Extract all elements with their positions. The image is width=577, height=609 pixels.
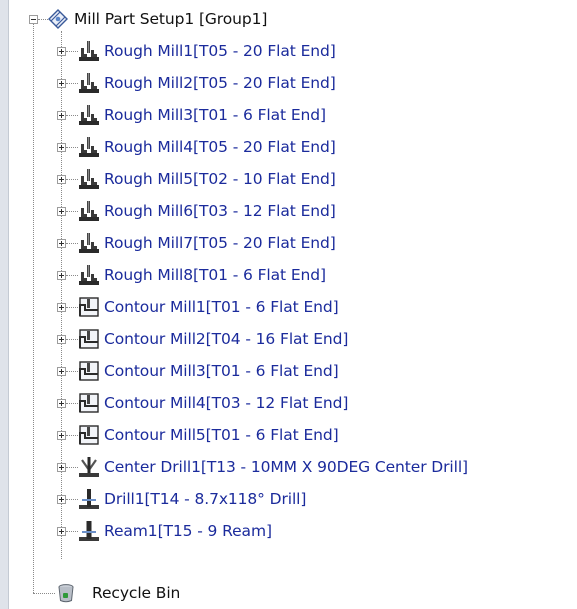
operation-label[interactable]: Contour Mill5[T01 - 6 Flat End] xyxy=(104,425,339,445)
operation-label[interactable]: Contour Mill1[T01 - 6 Flat End] xyxy=(104,297,339,317)
recycle-bin-label[interactable]: Recycle Bin xyxy=(92,583,180,603)
operation-label[interactable]: Rough Mill8[T01 - 6 Flat End] xyxy=(104,265,326,285)
tree-line-op-stub xyxy=(66,339,78,340)
tree-operation-row[interactable]: Rough Mill1[T05 - 20 Flat End] xyxy=(0,35,577,67)
mill-setup-icon xyxy=(48,9,68,29)
tree-operation-row[interactable]: Rough Mill4[T05 - 20 Flat End] xyxy=(0,131,577,163)
operation-label[interactable]: Contour Mill2[T04 - 16 Flat End] xyxy=(104,329,348,349)
operation-label[interactable]: Rough Mill3[T01 - 6 Flat End] xyxy=(104,105,326,125)
tree-operation-row[interactable]: Rough Mill2[T05 - 20 Flat End] xyxy=(0,67,577,99)
tree-line-op-stub xyxy=(66,179,78,180)
tree-line-op-stub xyxy=(66,435,78,436)
setup-label[interactable]: Mill Part Setup1 [Group1] xyxy=(74,9,267,29)
operation-label[interactable]: Rough Mill7[T05 - 20 Flat End] xyxy=(104,233,336,253)
tree-root-row[interactable]: Mill Part Setup1 [Group1] xyxy=(0,3,577,35)
operation-label[interactable]: Rough Mill2[T05 - 20 Flat End] xyxy=(104,73,336,93)
expand-toggle-icon[interactable] xyxy=(57,303,66,312)
rough-mill-icon xyxy=(79,73,99,93)
tree-operation-row[interactable]: Contour Mill5[T01 - 6 Flat End] xyxy=(0,419,577,451)
tree-operation-row[interactable]: Rough Mill7[T05 - 20 Flat End] xyxy=(0,227,577,259)
recycle-bin-icon xyxy=(58,584,74,603)
center-drill-icon xyxy=(79,457,99,477)
tree-operation-row[interactable]: Ream1[T15 - 9 Ream] xyxy=(0,515,577,547)
tree-operation-row[interactable]: Drill1[T14 - 8.7x118° Drill] xyxy=(0,483,577,515)
tree-operation-row[interactable]: Contour Mill1[T01 - 6 Flat End] xyxy=(0,291,577,323)
rough-mill-icon xyxy=(79,137,99,157)
tree-operation-row[interactable]: Rough Mill8[T01 - 6 Flat End] xyxy=(0,259,577,291)
operation-label[interactable]: Rough Mill4[T05 - 20 Flat End] xyxy=(104,137,336,157)
tree-operation-row[interactable]: Contour Mill2[T04 - 16 Flat End] xyxy=(0,323,577,355)
expand-toggle-icon[interactable] xyxy=(57,47,66,56)
operation-label[interactable]: Rough Mill6[T03 - 12 Flat End] xyxy=(104,201,336,221)
operation-label[interactable]: Contour Mill4[T03 - 12 Flat End] xyxy=(104,393,348,413)
drill-icon xyxy=(79,489,99,509)
expand-toggle-icon[interactable] xyxy=(57,527,66,536)
operation-label[interactable]: Rough Mill5[T02 - 10 Flat End] xyxy=(104,169,336,189)
rough-mill-icon xyxy=(79,105,99,125)
expand-toggle-icon[interactable] xyxy=(57,463,66,472)
tree-line-op-stub xyxy=(66,403,78,404)
tree-operation-row[interactable]: Contour Mill4[T03 - 12 Flat End] xyxy=(0,387,577,419)
rough-mill-icon xyxy=(79,169,99,189)
rough-mill-icon xyxy=(79,201,99,221)
tree-line-op-stub xyxy=(66,115,78,116)
tree-line-op-stub xyxy=(66,211,78,212)
expand-toggle-icon[interactable] xyxy=(57,239,66,248)
rough-mill-icon xyxy=(79,233,99,253)
operation-label[interactable]: Ream1[T15 - 9 Ream] xyxy=(104,521,272,541)
tree-operation-row[interactable]: Contour Mill3[T01 - 6 Flat End] xyxy=(0,355,577,387)
tree-line-op-stub xyxy=(66,499,78,500)
rough-mill-icon xyxy=(79,265,99,285)
expand-toggle-icon[interactable] xyxy=(57,207,66,216)
tree-line-op-stub xyxy=(66,307,78,308)
expand-toggle-icon[interactable] xyxy=(57,495,66,504)
tree-line-op-stub xyxy=(66,371,78,372)
contour-mill-icon xyxy=(79,361,99,381)
tree-operation-row[interactable]: Center Drill1[T13 - 10MM X 90DEG Center … xyxy=(0,451,577,483)
contour-mill-icon xyxy=(79,425,99,445)
tree-operation-row[interactable]: Rough Mill6[T03 - 12 Flat End] xyxy=(0,195,577,227)
operation-label[interactable]: Center Drill1[T13 - 10MM X 90DEG Center … xyxy=(104,457,468,477)
operations-tree[interactable]: Mill Part Setup1 [Group1] Rough Mill1[T0… xyxy=(0,0,577,609)
tree-line-op-stub xyxy=(66,243,78,244)
expand-toggle-icon[interactable] xyxy=(57,175,66,184)
contour-mill-icon xyxy=(79,297,99,317)
expand-toggle-icon[interactable] xyxy=(57,431,66,440)
expand-toggle-icon[interactable] xyxy=(57,335,66,344)
tree-line-op-stub xyxy=(66,467,78,468)
tree-line-op-stub xyxy=(66,275,78,276)
expand-toggle-icon[interactable] xyxy=(57,271,66,280)
expand-toggle-icon[interactable] xyxy=(57,111,66,120)
tree-operation-row[interactable]: Rough Mill5[T02 - 10 Flat End] xyxy=(0,163,577,195)
tree-line-op-stub xyxy=(66,51,78,52)
expand-toggle-icon[interactable] xyxy=(57,79,66,88)
expand-toggle-icon[interactable] xyxy=(57,399,66,408)
tree-line-op-stub xyxy=(66,83,78,84)
expand-toggle-icon[interactable] xyxy=(57,367,66,376)
contour-mill-icon xyxy=(79,393,99,413)
ream-icon xyxy=(79,521,99,541)
tree-operation-row[interactable]: Rough Mill3[T01 - 6 Flat End] xyxy=(0,99,577,131)
collapse-toggle-icon[interactable] xyxy=(29,15,38,24)
tree-line-op-stub xyxy=(66,147,78,148)
operation-label[interactable]: Rough Mill1[T05 - 20 Flat End] xyxy=(104,41,336,61)
operation-label[interactable]: Drill1[T14 - 8.7x118° Drill] xyxy=(104,489,306,509)
operation-label[interactable]: Contour Mill3[T01 - 6 Flat End] xyxy=(104,361,339,381)
rough-mill-icon xyxy=(79,41,99,61)
contour-mill-icon xyxy=(79,329,99,349)
tree-line-op-stub xyxy=(66,531,78,532)
expand-toggle-icon[interactable] xyxy=(57,143,66,152)
recycle-bin-row[interactable]: Recycle Bin xyxy=(0,577,577,609)
